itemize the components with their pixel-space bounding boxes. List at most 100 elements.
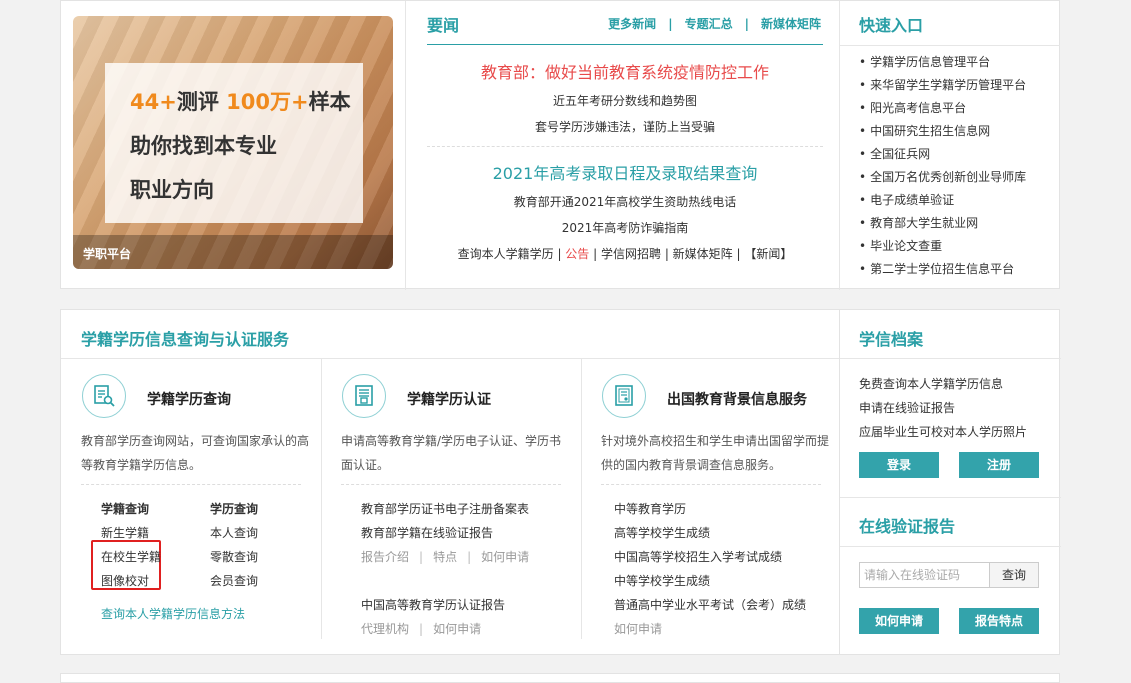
image-check-link[interactable]: 图像校对 xyxy=(101,572,149,589)
media-matrix-link[interactable]: 新媒体矩阵 xyxy=(673,247,733,261)
notice-link[interactable]: 公告 xyxy=(565,247,589,261)
divider xyxy=(405,1,406,290)
report-intro-link[interactable]: 报告介绍 xyxy=(361,550,409,564)
quick-entry-item[interactable]: 全国万名优秀创新创业导师库 xyxy=(859,169,1026,192)
quick-entry-item[interactable]: 电子成绩单验证 xyxy=(859,192,1026,215)
news-block-2: 2021年高考录取日程及录取结果查询 教育部开通2021年高校学生资助热线电话 … xyxy=(427,160,823,262)
agency-link[interactable]: 代理机构 xyxy=(361,622,409,636)
quick-entry-item[interactable]: 阳光高考信息平台 xyxy=(859,100,1026,123)
document-search-icon xyxy=(82,374,126,418)
column-degree-query: 学籍学历查询 教育部学历查询网站，可查询国家承认的高等教育学籍学历信息。 学籍查… xyxy=(61,359,319,639)
quick-entry-title: 快速入口 xyxy=(859,16,924,35)
academic-test-link[interactable]: 普通高中学业水平考试（会考）成绩 xyxy=(614,596,806,613)
quick-entry-item[interactable]: 来华留学生学籍学历管理平台 xyxy=(859,77,1026,100)
column-description: 针对境外高校招生和学生申请出国留学而提供的国内教育背景调查信息服务。 xyxy=(601,434,830,472)
divider xyxy=(81,484,301,485)
divider xyxy=(840,358,1061,359)
quick-entry-item[interactable]: 学籍学历信息管理平台 xyxy=(859,54,1026,77)
archive-item[interactable]: 应届毕业生可校对本人学历照片 xyxy=(859,423,1027,440)
self-query-link[interactable]: 本人查询 xyxy=(210,524,258,541)
entrance-exam-link[interactable]: 中国高等学校招生入学考试成绩 xyxy=(614,548,782,565)
news-item[interactable]: 近五年考研分数线和趋势图 xyxy=(427,92,823,109)
secondary-education-link[interactable]: 中等教育学历 xyxy=(614,500,686,517)
column-description: 申请高等教育学籍/学历电子认证、学历书面认证。 xyxy=(341,434,562,472)
features-link[interactable]: 特点 xyxy=(433,550,457,564)
login-button[interactable]: 登录 xyxy=(859,452,939,478)
query-method-link[interactable]: 查询本人学籍学历信息方法 xyxy=(101,605,245,622)
degree-certification-report-link[interactable]: 中国高等教育学历认证报告 xyxy=(361,596,505,613)
online-verification-link[interactable]: 教育部学籍在线验证报告 xyxy=(361,524,493,541)
column-title[interactable]: 出国教育背景信息服务 xyxy=(667,389,807,409)
diploma-icon xyxy=(602,374,646,418)
column-degree-certification: 学籍学历认证 申请高等教育学籍/学历电子认证、学历书面认证。 教育部学历证书电子… xyxy=(321,359,579,639)
banner-caption[interactable]: 学职平台 xyxy=(83,245,131,262)
news-headline[interactable]: 2021年高考录取日程及录取结果查询 xyxy=(427,160,823,184)
separator: | xyxy=(668,17,673,31)
divider xyxy=(840,45,1060,46)
more-news-link[interactable]: 更多新闻 xyxy=(608,17,656,31)
news-links: 更多新闻 | 专题汇总 | 新媒体矩阵 xyxy=(608,15,821,32)
news-item[interactable]: 套号学历涉嫌违法，谨防上当受骗 xyxy=(427,118,823,135)
banner-footer: 学职平台 xyxy=(73,235,393,269)
new-student-status-link[interactable]: 新生学籍 xyxy=(101,524,149,541)
degree-query-link[interactable]: 学历查询 xyxy=(210,500,258,517)
news-item[interactable]: 教育部开通2021年高校学生资助热线电话 xyxy=(427,193,823,210)
certificate-icon xyxy=(342,374,386,418)
services-title: 学籍学历信息查询与认证服务 xyxy=(81,330,290,349)
top-panel: 44+测评 100万+样本 助你找到本专业 职业方向 学职平台 要闻 更多新闻 |… xyxy=(60,0,1060,290)
column-title[interactable]: 学籍学历认证 xyxy=(407,389,491,409)
divider xyxy=(427,146,823,147)
divider xyxy=(601,484,821,485)
enrolled-status-link[interactable]: 在校生学籍 xyxy=(101,548,161,565)
secondary-grades-link[interactable]: 中等学校学生成绩 xyxy=(614,572,710,589)
how-to-apply-link[interactable]: 如何申请 xyxy=(614,620,662,637)
services-panel: 学籍学历信息查询与认证服务 学籍学历查询 教育部学历查询网站，可查询国家承认的高… xyxy=(60,309,840,655)
banner-line-3: 职业方向 xyxy=(130,178,214,202)
quick-entry-item[interactable]: 第二学士学位招生信息平台 xyxy=(859,261,1026,284)
certificate-registration-link[interactable]: 教育部学历证书电子注册备案表 xyxy=(361,500,529,517)
news-link[interactable]: 【新闻】 xyxy=(744,247,792,261)
banner-carousel[interactable]: 44+测评 100万+样本 助你找到本专业 职业方向 学职平台 xyxy=(73,16,393,269)
banner-line-1: 44+测评 100万+样本 xyxy=(130,90,351,114)
how-to-apply-link[interactable]: 如何申请 xyxy=(433,622,481,636)
archive-title: 学信档案 xyxy=(859,330,924,349)
archive-panel: 学信档案 免费查询本人学籍学历信息 申请在线验证报告 应届毕业生可校对本人学历照… xyxy=(839,309,1061,655)
archive-item[interactable]: 免费查询本人学籍学历信息 xyxy=(859,375,1003,392)
topics-link[interactable]: 专题汇总 xyxy=(685,17,733,31)
report-sublinks: 报告介绍 | 特点 | 如何申请 xyxy=(361,550,530,564)
column-overseas-service: 出国教育背景信息服务 针对境外高校招生和学生申请出国留学而提供的国内教育背景调查… xyxy=(581,359,839,639)
verification-code-input[interactable] xyxy=(859,562,990,588)
university-grades-link[interactable]: 高等学校学生成绩 xyxy=(614,524,710,541)
report-features-button[interactable]: 报告特点 xyxy=(959,608,1039,634)
register-button[interactable]: 注册 xyxy=(959,452,1039,478)
column-title[interactable]: 学籍学历查询 xyxy=(147,389,231,409)
banner-line-2: 助你找到本专业 xyxy=(130,134,277,158)
news-headline[interactable]: 教育部：做好当前教育系统疫情防控工作 xyxy=(427,59,823,83)
quick-entry-item[interactable]: 中国研究生招生信息网 xyxy=(859,123,1026,146)
how-to-apply-link[interactable]: 如何申请 xyxy=(481,550,529,564)
news-block-1: 教育部：做好当前教育系统疫情防控工作 近五年考研分数线和趋势图 套号学历涉嫌违法… xyxy=(427,59,823,135)
quick-entry-item[interactable]: 毕业论文查重 xyxy=(859,238,1026,261)
how-to-apply-button[interactable]: 如何申请 xyxy=(859,608,939,634)
quick-entry-list: 学籍学历信息管理平台 来华留学生学籍学历管理平台 阳光高考信息平台 中国研究生招… xyxy=(859,54,1026,284)
divider xyxy=(840,546,1061,547)
member-query-link[interactable]: 会员查询 xyxy=(210,572,258,589)
news-title: 要闻 xyxy=(427,16,460,35)
divider xyxy=(840,497,1061,498)
quick-entry-item[interactable]: 教育部大学生就业网 xyxy=(859,215,1026,238)
news-bottom-links: 查询本人学籍学历 | 公告 | 学信网招聘 | 新媒体矩阵 | 【新闻】 xyxy=(457,247,793,261)
new-media-link[interactable]: 新媒体矩阵 xyxy=(761,17,821,31)
student-status-query-link[interactable]: 学籍查询 xyxy=(101,500,149,517)
scattered-query-link[interactable]: 零散查询 xyxy=(210,548,258,565)
news-underline xyxy=(427,44,823,45)
next-panel-edge xyxy=(60,673,1060,683)
verify-title: 在线验证报告 xyxy=(859,517,956,536)
archive-item[interactable]: 申请在线验证报告 xyxy=(859,399,955,416)
certification-sublinks: 代理机构 | 如何申请 xyxy=(361,622,482,636)
jobs-link[interactable]: 学信网招聘 xyxy=(601,247,661,261)
quick-entry-item[interactable]: 全国征兵网 xyxy=(859,146,1026,169)
news-item[interactable]: 2021年高考防诈骗指南 xyxy=(427,219,823,236)
self-query-link[interactable]: 查询本人学籍学历 xyxy=(458,247,554,261)
query-button[interactable]: 查询 xyxy=(989,562,1039,588)
divider xyxy=(341,484,561,485)
